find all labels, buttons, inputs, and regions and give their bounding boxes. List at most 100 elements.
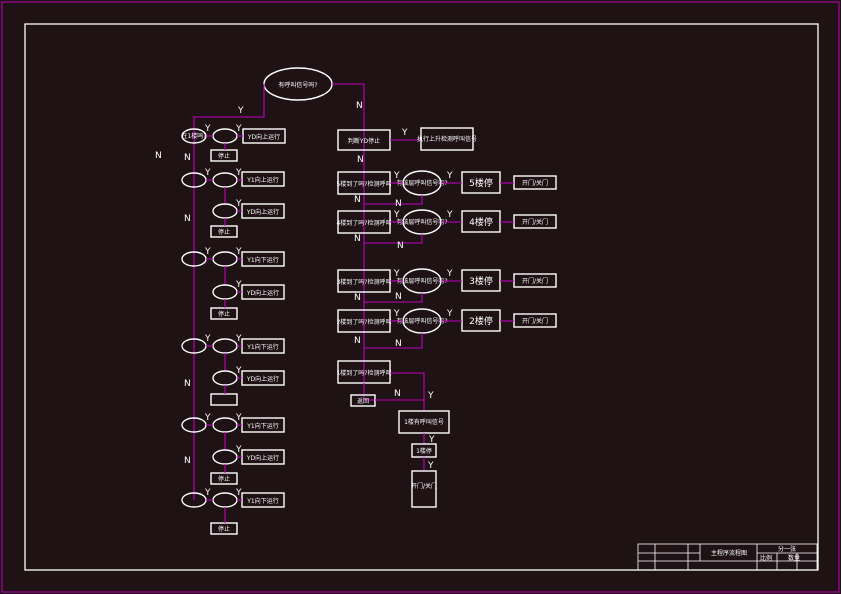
y-f3b: Y [446,269,453,279]
y-f4a: Y [393,210,400,220]
y-2: Y [204,168,211,178]
decision-9 [212,449,238,465]
stop-floor-1-label: 1楼停 [416,447,432,455]
flowchart-sheet: 有呼叫信号吗? Y N N 在1楼吗? YD向上运行 停止 Y Y N Y1向上… [1,1,840,593]
note-1-label: 停止 [218,152,230,160]
n-1: N [184,153,191,163]
y-f3a: Y [393,269,400,279]
y-8b: Y [235,413,242,423]
decision-7 [212,370,238,386]
n-f4a: N [354,234,361,244]
open-floor-1-label: 开门/关门 [411,482,437,490]
y-4b: Y [235,247,242,257]
decision-5 [212,284,238,300]
check-floor-2-label: 2楼到了吗?检测呼叫 [336,318,391,326]
y-3: Y [235,199,242,209]
y-f2b: Y [446,309,453,319]
right-chain: 判断YD停止 执行上升检测呼叫信号 Y N 5楼到了吗?检测呼叫 有该层呼叫信号… [336,127,557,508]
open-floor-2-label: 开门/关门 [522,317,548,325]
decision-1b [212,128,238,144]
action-4-label: Y1向下运行 [246,256,278,264]
title-block-r1: 比例 [760,554,772,562]
stop-floor-4-label: 4楼停 [469,216,493,228]
decision-8b [212,417,238,433]
title-block: 主程序流程图 分一张 比例 数量 [637,543,818,571]
decision-10b [212,492,238,508]
n-3: N [184,214,191,224]
action-5-label: YD向上运行 [246,289,279,297]
action-6-label: Y1向下运行 [246,343,278,351]
action-3-label: YD向上运行 [246,208,279,216]
y-5: Y [235,280,242,290]
back-label: 返回 [357,398,369,405]
note-9-label: 停止 [218,475,230,483]
title-block-title: 主程序流程图 [711,549,747,557]
y-f5b: Y [446,171,453,181]
y-2b: Y [235,168,242,178]
y-10b: Y [235,488,242,498]
confirm-floor-3-label: 有该层呼叫信号吗? [396,277,447,285]
check-floor-3-label: 3楼到了吗?检测呼叫 [336,278,391,286]
no-right: N [356,101,363,111]
n-f4b: N [397,241,404,251]
no-far-left: N [155,151,162,161]
open-floor-5-label: 开门/关门 [522,179,548,187]
floor1-call-label: 1楼有呼叫信号 [404,418,444,426]
note-5-label: 停止 [218,310,230,318]
up-detect-label: 执行上升检测呼叫信号 [417,135,477,143]
y-f1: Y [427,391,434,401]
yes-left: Y [237,106,244,116]
decision-4b [212,251,238,267]
y-f1c: Y [427,461,434,471]
decision-2b [212,172,238,188]
n-f2b: N [395,339,402,349]
action-1-label: YD向上运行 [247,133,280,141]
stop-floor-2-label: 2楼停 [469,315,493,327]
check-floor-5-label: 5楼到了吗?检测呼叫 [336,180,391,188]
action-10-label: Y1向下运行 [246,497,278,505]
n-top: N [357,155,364,165]
left-chain: 在1楼吗? YD向上运行 停止 Y Y N Y1向上运行 Y Y YD向上运行 … [181,124,286,535]
note-3-label: 停止 [218,228,230,236]
n-f1: N [394,389,401,399]
confirm-floor-5-label: 有该层呼叫信号吗? [396,179,447,187]
n-f3b: N [395,292,402,302]
decision-3 [212,203,238,219]
decision-1-label: 在1楼吗? [181,132,206,140]
outer-frame [1,1,840,593]
n-6: N [184,379,191,389]
y-4: Y [204,247,211,257]
y-6: Y [204,334,211,344]
y-9: Y [235,445,242,455]
title-block-r2: 数量 [788,554,800,562]
y-7: Y [235,366,242,376]
y-f5a: Y [393,171,400,181]
action-2-label: Y1向上运行 [246,176,278,184]
n-f2a: N [354,336,361,346]
y-10: Y [204,488,211,498]
y-8: Y [204,413,211,423]
y-1: Y [204,124,211,134]
action-7-label: YD向上运行 [246,375,279,383]
check-floor-4-label: 4楼到了吗?检测呼叫 [336,219,391,227]
open-floor-3-label: 开门/关门 [522,277,548,285]
n-f5b: N [395,199,402,209]
n-f3a: N [354,293,361,303]
decision-6b [212,338,238,354]
title-block-scale: 分一张 [778,545,796,553]
check-yd-stop-label: 判断YD停止 [348,137,380,145]
stop-floor-5-label: 5楼停 [469,177,493,189]
y-f2a: Y [393,309,400,319]
y-f4b: Y [446,210,453,220]
y-6b: Y [235,334,242,344]
n-f5a: N [354,195,361,205]
y-top: Y [401,128,408,138]
open-floor-4-label: 开门/关门 [522,218,548,226]
note-10-label: 停止 [218,525,230,533]
n-8: N [184,456,191,466]
action-8-label: Y1向下运行 [246,422,278,430]
action-9-label: YD向上运行 [246,454,279,462]
confirm-floor-4-label: 有该层呼叫信号吗? [396,218,447,226]
check-floor-1-label: 1楼到了吗?检测呼叫 [336,369,391,377]
y-1b: Y [235,124,242,134]
